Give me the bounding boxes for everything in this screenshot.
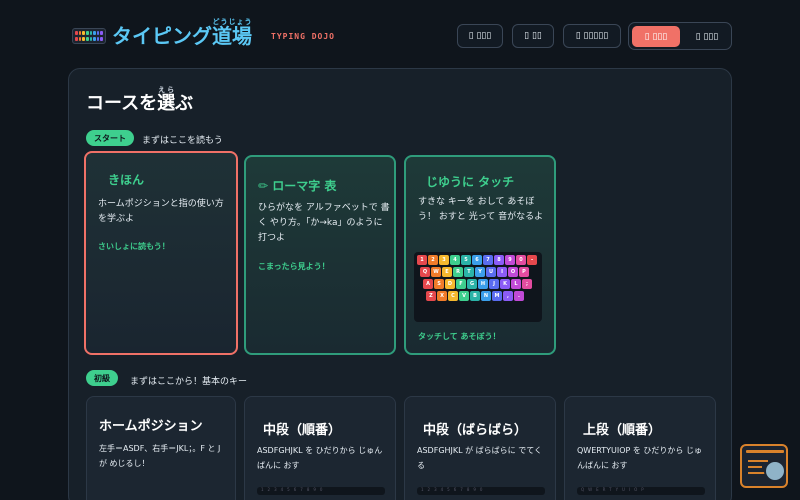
app-header: タイピング道場どうじょう TYPING DOJO ▯ ▯▯▯ ▯ ▯▯ ▯ ▯▯…: [0, 0, 800, 70]
key[interactable]: K: [500, 279, 510, 289]
key[interactable]: 1: [417, 255, 427, 265]
key[interactable]: T: [464, 267, 474, 277]
key[interactable]: W: [431, 267, 441, 277]
course-link[interactable]: こまったら見よう！: [258, 261, 330, 272]
lang-english-button[interactable]: ▯ ▯▯▯: [684, 26, 730, 47]
key[interactable]: C: [448, 291, 458, 301]
lesson-keyboard-strip: 1234567890: [417, 487, 545, 495]
lesson-card-middle-row-ordered[interactable]: 中段（順番） ASDFGHJKL を ひだりから じゅんばんに おす 12345…: [244, 396, 396, 500]
page-title: コースを選えらぶ: [86, 86, 194, 114]
profile-button[interactable]: ▯ ▯▯▯▯▯: [563, 24, 621, 48]
key[interactable]: 9: [505, 255, 515, 265]
beginner-note: まずはここから！基本のキー: [130, 377, 248, 387]
course-link[interactable]: タッチして あそぼう！: [418, 331, 501, 342]
course-title: じゆうに タッチ: [426, 175, 515, 189]
lesson-card-middle-row-random[interactable]: 中段（ばらばら） ASDFGHJKL が ばらばらに でてくる 12345678…: [404, 396, 556, 500]
keyboard-logo-icon: [72, 28, 106, 44]
key[interactable]: V: [459, 291, 469, 301]
lang-japanese-button[interactable]: ▯ ▯▯▯: [632, 26, 680, 47]
key[interactable]: .: [514, 291, 524, 301]
key[interactable]: U: [486, 267, 496, 277]
key[interactable]: G: [467, 279, 477, 289]
key[interactable]: L: [511, 279, 521, 289]
course-description: ホームポジションと指の使い方を学ぶよ: [98, 199, 224, 224]
key[interactable]: 2: [428, 255, 438, 265]
course-card-romaji-table[interactable]: ✏ ローマ字 表 ひらがなを アルファベットで 書く やり方。「か→ka」のよう…: [244, 155, 396, 355]
lesson-description: QWERTYUIOP を ひだりから じゅんばんに おす: [577, 446, 702, 470]
key[interactable]: R: [453, 267, 463, 277]
lesson-description: 左手＝ASDF、右手＝JKL；。F と J が めじるし！: [99, 444, 221, 468]
key[interactable]: 3: [439, 255, 449, 265]
lesson-title: 上段（順番）: [583, 423, 662, 438]
key[interactable]: 4: [450, 255, 460, 265]
key[interactable]: S: [434, 279, 444, 289]
lesson-keyboard-strip: 1234567890: [257, 487, 385, 495]
course-description: すきな キーを おして あそぼう！ おすと 光って 音がなるよ: [418, 197, 544, 222]
trophy-button[interactable]: ▯ ▯▯▯: [457, 24, 503, 48]
key[interactable]: -: [527, 255, 537, 265]
key[interactable]: 8: [494, 255, 504, 265]
key[interactable]: N: [481, 291, 491, 301]
lesson-title: 中段（ばらばら）: [423, 423, 528, 438]
key[interactable]: M: [492, 291, 502, 301]
key[interactable]: Q: [420, 267, 430, 277]
key[interactable]: D: [445, 279, 455, 289]
app-subtitle: TYPING DOJO: [271, 32, 335, 41]
course-title: きほん: [108, 173, 145, 187]
helper-chat-icon[interactable]: [740, 444, 788, 488]
lesson-card-home-position[interactable]: ホームポジション 左手＝ASDF、右手＝JKL；。F と J が めじるし！: [86, 396, 236, 500]
lesson-description: ASDFGHJKL が ばらばらに でてくる: [417, 446, 542, 470]
trophy-icon: ▯ ▯▯▯: [468, 31, 492, 41]
key[interactable]: ,: [503, 291, 513, 301]
lesson-title: ホームポジション: [99, 419, 203, 434]
key[interactable]: E: [442, 267, 452, 277]
key[interactable]: B: [470, 291, 480, 301]
key[interactable]: H: [478, 279, 488, 289]
key[interactable]: ;: [522, 279, 532, 289]
key[interactable]: X: [437, 291, 447, 301]
key[interactable]: Z: [426, 291, 436, 301]
rainbow-keyboard-preview: 1 2 3 4 5 6 7 8 9 0- Q W E R T Y U I O P A S D F G H J K L; Z X C V B N M,.: [414, 252, 542, 322]
key[interactable]: F: [456, 279, 466, 289]
key[interactable]: P: [519, 267, 529, 277]
key[interactable]: I: [497, 267, 507, 277]
key[interactable]: O: [508, 267, 518, 277]
keyboard-row: QWERTYUIOP: [417, 267, 539, 277]
key[interactable]: Y: [475, 267, 485, 277]
lesson-description: ASDFGHJKL を ひだりから じゅんばんに おす: [257, 446, 383, 470]
settings-button[interactable]: ▯ ▯▯: [512, 24, 554, 48]
gear-icon: ▯ ▯▯: [524, 31, 542, 41]
lesson-keyboard-strip: QWERTYUIOP: [577, 487, 705, 495]
keyboard-row: A S D F G H J K L;: [417, 279, 539, 289]
lesson-card-top-row-ordered[interactable]: 上段（順番） QWERTYUIOP を ひだりから じゅんばんに おす QWER…: [564, 396, 716, 500]
key[interactable]: J: [489, 279, 499, 289]
course-card-basics[interactable]: きほん ホームポジションと指の使い方を学ぶよ さいしょに読もう！: [84, 151, 238, 355]
start-badge: スタート: [86, 130, 134, 146]
course-description: ひらがなを アルファベットで 書く やり方。「か→ka」のように 打つよ: [258, 203, 390, 243]
beginner-badge: 初級: [86, 370, 118, 386]
start-note: まずはここを読もう: [142, 136, 223, 146]
course-title: ✏ ローマ字 表: [258, 179, 337, 193]
keyboard-row: 1234567890-: [417, 255, 539, 265]
lesson-title: 中段（順番）: [263, 423, 342, 438]
key[interactable]: 7: [483, 255, 493, 265]
app-title: タイピング道場どうじょう: [112, 18, 252, 48]
keyboard-row: ZXCVBNM,.: [417, 291, 539, 301]
key[interactable]: A: [423, 279, 433, 289]
key[interactable]: 0: [516, 255, 526, 265]
language-toggle: ▯ ▯▯▯ ▯ ▯▯▯: [628, 22, 732, 50]
key[interactable]: 5: [461, 255, 471, 265]
course-link[interactable]: さいしょに読もう！: [98, 241, 170, 252]
key[interactable]: 6: [472, 255, 482, 265]
person-icon: ▯ ▯▯▯▯▯: [575, 31, 609, 41]
